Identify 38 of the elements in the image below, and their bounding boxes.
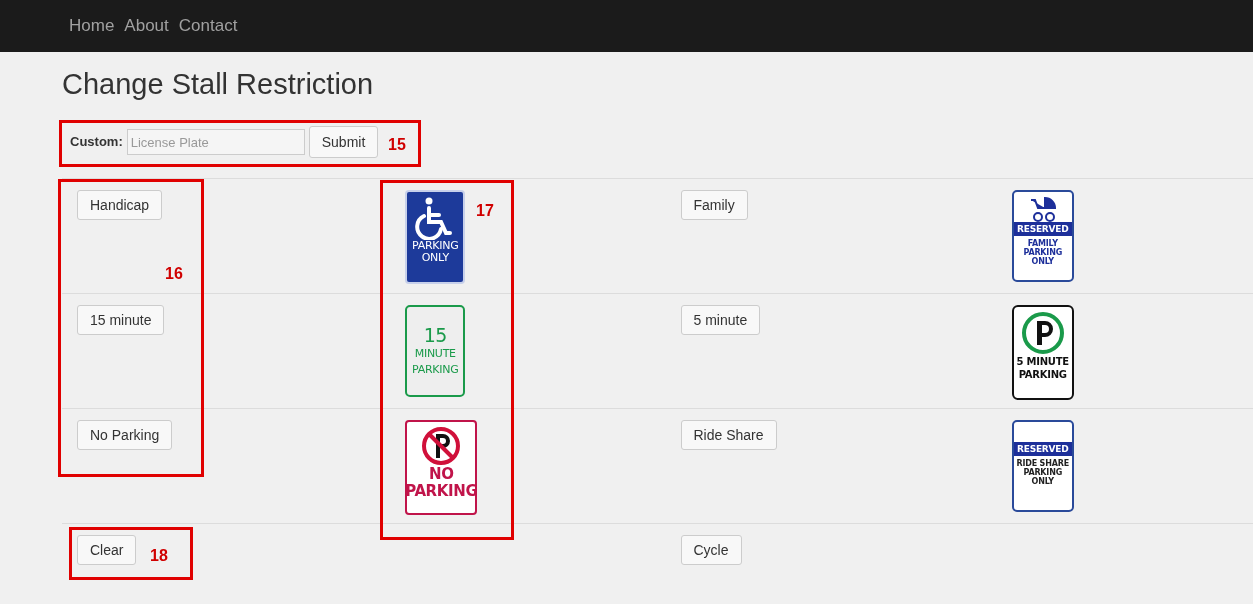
option-button[interactable]: No Parking — [77, 420, 173, 450]
sign-text: ONLY — [1031, 257, 1054, 266]
sign-text: PARKING — [1018, 368, 1067, 381]
sign-text: PARKING — [405, 483, 478, 500]
sign-banner: RESERVED — [1013, 442, 1072, 456]
option-button[interactable]: Family — [680, 190, 748, 220]
submit-button[interactable]: Submit — [308, 126, 379, 158]
sign-text: 15 — [423, 324, 447, 346]
annotation-number: 15 — [388, 135, 406, 155]
sign-text: RIDE SHARE — [1016, 459, 1069, 468]
no-parking-icon — [421, 426, 462, 466]
sign-text: ONLY — [421, 252, 449, 264]
annotation-number: 17 — [476, 201, 494, 221]
option-button[interactable]: 15 minute — [77, 305, 165, 335]
sign-text: 5 MINUTE — [1016, 355, 1069, 368]
option-button[interactable]: 5 minute — [680, 305, 761, 335]
sign-text: MINUTE — [414, 346, 456, 362]
sign-text: FAMILY — [1027, 239, 1058, 248]
sign-text: NO — [428, 466, 454, 483]
sign-text: ONLY — [1031, 477, 1054, 486]
option-button[interactable]: Clear — [77, 535, 137, 565]
option-button[interactable]: Ride Share — [680, 420, 777, 450]
license-plate-field[interactable]: License Plate — [126, 129, 305, 155]
sign-text: PARKING — [412, 240, 459, 252]
nav-link[interactable]: Home — [69, 13, 115, 39]
option-button[interactable]: Cycle — [680, 535, 742, 565]
annotation-number: 18 — [150, 546, 168, 566]
sign-text: PARKING — [1023, 248, 1062, 257]
sign-text: PARKING — [1023, 468, 1062, 477]
option-button[interactable]: Handicap — [77, 190, 163, 220]
nav-link[interactable]: About — [124, 13, 169, 39]
custom-label: Custom: — [70, 133, 123, 152]
nav-link[interactable]: Contact — [178, 13, 238, 39]
sign-banner: RESERVED — [1013, 222, 1072, 236]
parking-circle-icon — [1020, 311, 1065, 355]
sign-text: PARKING — [412, 362, 459, 378]
annotation-number: 16 — [165, 264, 183, 284]
page-title: Change Stall Restriction — [62, 67, 375, 102]
